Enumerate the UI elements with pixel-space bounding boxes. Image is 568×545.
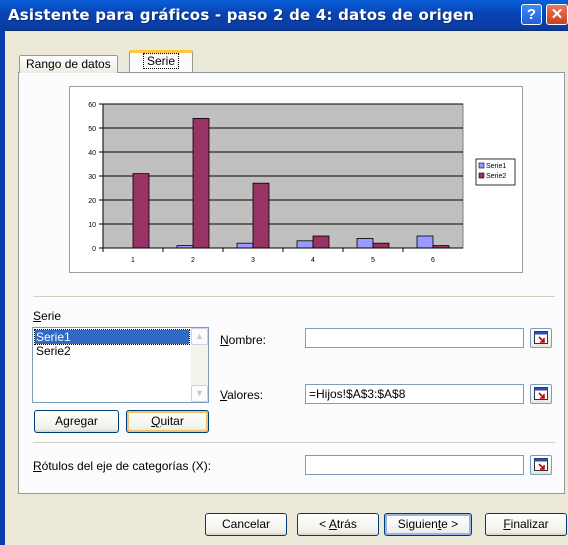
x-tick-label: 1 — [131, 257, 135, 264]
y-tick-label: 40 — [88, 150, 96, 157]
bar-serie2-4 — [312, 235, 330, 249]
x-tick-label: 4 — [311, 257, 315, 264]
add-series-button[interactable]: Agregar — [34, 410, 119, 433]
close-button[interactable]: ✕ — [546, 4, 568, 25]
range-select-icon — [534, 458, 548, 471]
x-tick-label: 6 — [431, 257, 435, 264]
bar-serie1-3 — [236, 242, 254, 249]
scroll-down-icon[interactable]: ▼ — [191, 385, 208, 402]
separator — [33, 442, 555, 444]
serie-label: Serie — [33, 309, 62, 323]
tab-serie[interactable]: Serie — [129, 50, 193, 72]
legend-swatch-serie1 — [478, 162, 485, 169]
y-tick-label: 10 — [88, 222, 96, 229]
chart-preview: 0 10 20 30 40 50 60 1 2 3 4 5 6 Serie1 Serie2 — [69, 86, 523, 273]
y-tick-label: 60 — [88, 102, 96, 109]
nombre-label: Nombre: — [220, 333, 267, 347]
legend-swatch-serie2 — [478, 172, 485, 179]
bar-serie1-5 — [356, 237, 374, 249]
list-item-serie1[interactable]: Serie1 — [34, 329, 190, 345]
tab-serie-label: Serie — [142, 53, 179, 69]
series-list[interactable]: Serie1 Serie2 ▲ ▼ — [32, 327, 209, 403]
bar-serie2-1 — [132, 173, 150, 249]
rotulos-collapse-button[interactable] — [530, 455, 552, 475]
bar-serie2-3 — [252, 182, 270, 249]
list-item-serie2[interactable]: Serie2 — [35, 344, 71, 358]
back-button[interactable]: < Atrás — [297, 513, 379, 536]
legend-label-serie2: Serie2 — [486, 173, 506, 180]
x-tick-label: 5 — [371, 257, 375, 264]
y-tick-label: 0 — [92, 246, 96, 253]
list-scrollbar[interactable]: ▲ ▼ — [191, 328, 208, 402]
x-tick-label: 2 — [191, 257, 195, 264]
window-title: Asistente para gráficos - paso 2 de 4: d… — [8, 6, 475, 24]
window-edge — [0, 30, 5, 545]
x-tick-label: 3 — [251, 257, 255, 264]
rotulos-label: Rótulos del eje de categorías (X): — [33, 459, 212, 473]
separator — [33, 296, 555, 298]
help-button[interactable]: ? — [521, 4, 542, 25]
valores-label: Valores: — [220, 388, 264, 402]
nombre-input[interactable] — [305, 328, 524, 348]
bar-serie2-2 — [192, 117, 210, 249]
y-tick-label: 20 — [88, 198, 96, 205]
nombre-collapse-button[interactable] — [530, 328, 552, 348]
finish-button[interactable]: Finalizar — [485, 513, 567, 536]
y-tick-label: 30 — [88, 174, 96, 181]
next-button[interactable]: Siguiente > — [384, 513, 472, 536]
valores-collapse-button[interactable] — [530, 384, 552, 404]
bar-serie1-4 — [296, 240, 314, 249]
valores-input[interactable]: =Hijos!$A$3:$A$8 — [305, 384, 524, 404]
scroll-up-icon[interactable]: ▲ — [191, 328, 208, 345]
bar-serie2-5 — [372, 242, 390, 249]
cancel-button[interactable]: Cancelar — [205, 513, 287, 536]
y-tick-label: 50 — [88, 126, 96, 133]
chart-svg: 0 10 20 30 40 50 60 1 2 3 4 5 6 Serie1 Serie2 — [88, 102, 516, 264]
range-select-icon — [534, 387, 548, 400]
remove-series-button[interactable]: Quitar — [126, 410, 209, 433]
rotulos-input[interactable] — [305, 455, 524, 475]
range-select-icon — [534, 331, 548, 344]
bar-serie1-6 — [416, 235, 434, 249]
legend-label-serie1: Serie1 — [486, 163, 506, 170]
tab-rango-de-datos[interactable]: Rango de datos — [19, 55, 118, 73]
title-bar: Asistente para gráficos - paso 2 de 4: d… — [0, 0, 568, 31]
